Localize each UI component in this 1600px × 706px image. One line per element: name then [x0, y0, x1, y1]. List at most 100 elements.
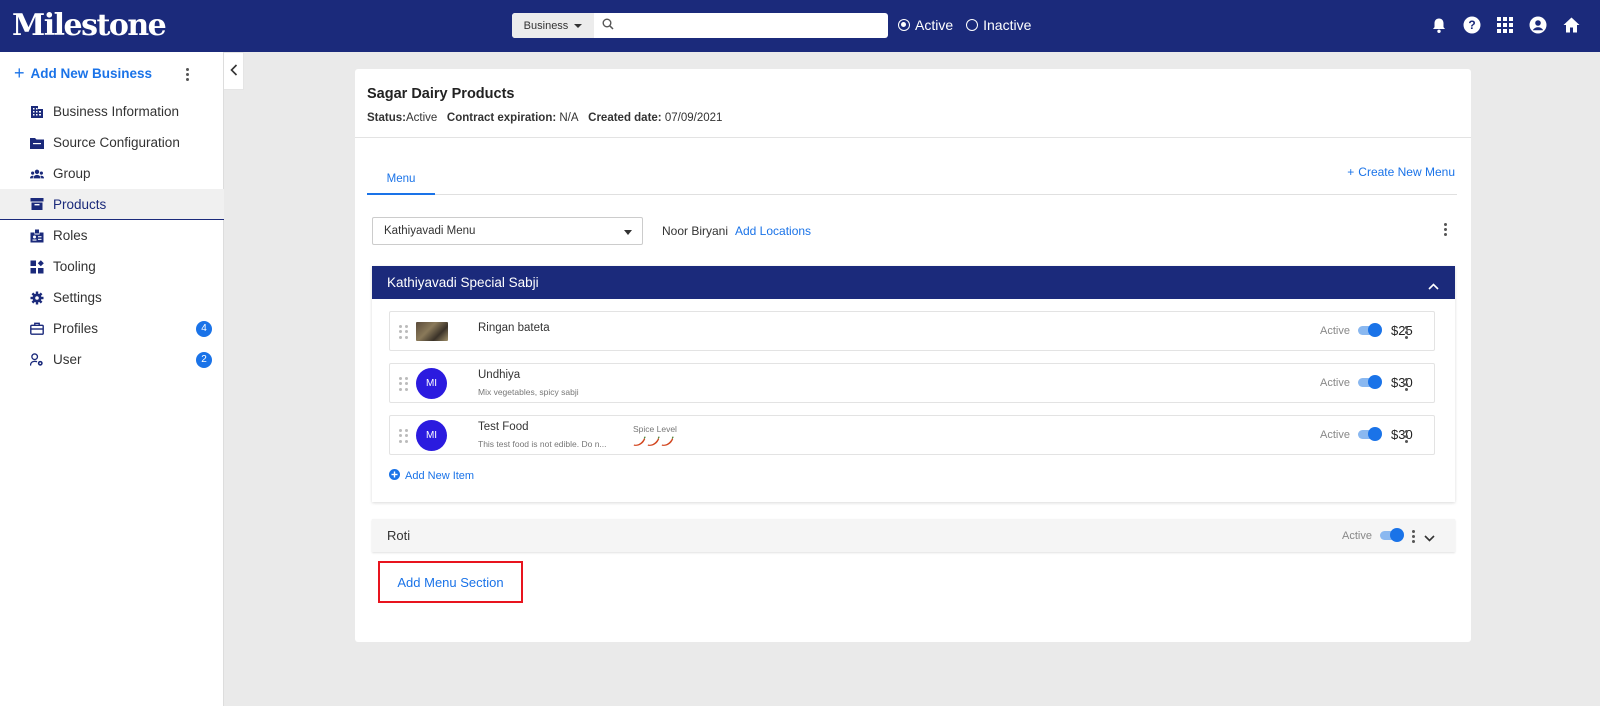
item-more-icon[interactable]: [1405, 378, 1408, 391]
radio-active-label: Active: [915, 17, 954, 33]
divider: [355, 137, 1471, 138]
item-name: Undhiya: [478, 369, 521, 381]
item-more-icon[interactable]: [1405, 326, 1408, 339]
item-active-label: Active: [1320, 325, 1350, 337]
item-active-toggle[interactable]: [1358, 323, 1382, 337]
item-description: This test food is not edible. Do n...: [478, 439, 607, 449]
sidebar-item-label: Group: [53, 166, 91, 181]
drag-handle-icon[interactable]: [399, 377, 409, 391]
add-new-item-label: Add New Item: [405, 470, 475, 482]
user-settings-icon: [30, 352, 44, 367]
chili-icon: [633, 436, 646, 446]
add-new-item-button[interactable]: Add New Item: [389, 469, 474, 483]
sidebar-item-label: Tooling: [53, 259, 96, 274]
location-name: Noor Biryani: [662, 224, 729, 238]
building-icon: [30, 105, 44, 119]
radio-active[interactable]: Active: [898, 17, 953, 33]
menu-select[interactable]: Kathiyavadi Menu: [372, 217, 643, 245]
radio-unselected-icon: [966, 19, 979, 31]
chevron-up-icon[interactable]: [1428, 278, 1439, 293]
chevron-down-icon[interactable]: [1424, 530, 1435, 545]
section-more-icon[interactable]: [1412, 530, 1415, 543]
spice-level: [633, 436, 674, 446]
create-new-menu-button[interactable]: + Create New Menu: [1347, 165, 1455, 179]
menu-item-row[interactable]: Ringan bateta Active $25: [389, 311, 1435, 351]
sidebar-item-label: Roles: [53, 228, 88, 243]
app-logo[interactable]: Milestone: [12, 8, 167, 43]
search-scope-label: Business: [523, 19, 569, 32]
badge-icon: [30, 229, 44, 243]
section-title: Roti: [387, 528, 411, 543]
caret-down-icon: [574, 23, 583, 28]
search-bar: Business: [512, 13, 888, 38]
collapse-sidebar-button[interactable]: [224, 52, 244, 90]
menu-select-value: Kathiyavadi Menu: [384, 225, 476, 237]
item-price: $25: [1391, 323, 1413, 338]
home-icon[interactable]: [1562, 16, 1580, 34]
spice-level-label: Spice Level: [633, 424, 677, 434]
apps-grid-icon[interactable]: [1496, 16, 1514, 34]
menu-section-collapsed[interactable]: Roti Active: [372, 519, 1455, 552]
add-circle-icon: [389, 469, 400, 483]
create-new-menu-label: Create New Menu: [1358, 165, 1455, 179]
radio-inactive[interactable]: Inactive: [966, 17, 1031, 33]
item-thumbnail: [416, 322, 448, 341]
menu-section: Kathiyavadi Special Sabji Ringan bateta …: [372, 266, 1455, 502]
chevron-left-icon: [229, 63, 238, 79]
item-more-icon[interactable]: [1405, 430, 1408, 443]
menu-item-row[interactable]: MI Undhiya Mix vegetables, spicy sabji A…: [389, 363, 1435, 403]
add-new-business-button[interactable]: + Add New Business: [14, 64, 152, 82]
item-active-toggle[interactable]: [1358, 427, 1382, 441]
sidebar-item-profiles[interactable]: Profiles 4: [0, 313, 224, 344]
account-icon[interactable]: [1529, 16, 1547, 34]
search-input[interactable]: [620, 13, 888, 38]
sidebar-item-tooling[interactable]: Tooling: [0, 251, 224, 282]
sidebar-item-business-information[interactable]: Business Information: [0, 96, 224, 127]
section-header[interactable]: Kathiyavadi Special Sabji: [372, 266, 1455, 299]
item-price: $30: [1391, 375, 1413, 390]
section-active-label: Active: [1342, 530, 1372, 542]
sidebar-more-icon[interactable]: [186, 68, 189, 81]
created-label: Created date:: [588, 112, 662, 124]
menu-more-icon[interactable]: [1444, 223, 1447, 236]
gear-icon: [30, 291, 44, 305]
drag-handle-icon[interactable]: [399, 325, 409, 339]
sidebar-item-settings[interactable]: Settings: [0, 282, 224, 313]
chili-icon: [647, 436, 660, 446]
menu-item-row[interactable]: MI Test Food This test food is not edibl…: [389, 415, 1435, 455]
sidebar-item-label: Settings: [53, 290, 102, 305]
item-active-toggle[interactable]: [1358, 375, 1382, 389]
plus-icon: +: [1347, 165, 1355, 179]
sidebar-item-products[interactable]: Products: [0, 189, 224, 220]
chili-icon: [661, 436, 674, 446]
tab-menu[interactable]: Menu: [367, 165, 435, 195]
top-bar: Milestone Business Active Inactive ?: [0, 0, 1600, 52]
svg-text:?: ?: [1468, 18, 1475, 32]
contract-label: Contract expiration:: [446, 112, 557, 124]
bell-icon[interactable]: [1430, 16, 1448, 34]
sidebar-item-user[interactable]: User 2: [0, 344, 224, 375]
item-description: Mix vegetables, spicy sabji: [478, 387, 579, 397]
sidebar-item-label: Business Information: [53, 104, 180, 119]
item-active-label: Active: [1320, 377, 1350, 389]
folder-icon: [30, 136, 44, 150]
group-icon: [30, 167, 44, 181]
sidebar-item-roles[interactable]: Roles: [0, 220, 224, 251]
widgets-icon: [30, 259, 44, 274]
add-locations-link[interactable]: Add Locations: [735, 224, 811, 238]
sidebar-item-group[interactable]: Group: [0, 158, 224, 189]
add-menu-section-button[interactable]: Add Menu Section: [378, 561, 523, 603]
tab-bar: Menu: [367, 165, 1457, 195]
search-scope-dropdown[interactable]: Business: [512, 13, 594, 38]
status-label: Status:: [367, 112, 406, 124]
item-name: Test Food: [478, 421, 529, 433]
sidebar-item-label: Products: [53, 196, 107, 212]
sidebar-item-source-configuration[interactable]: Source Configuration: [0, 127, 224, 158]
item-avatar: MI: [416, 420, 447, 451]
business-meta: Status:Active Contract expiration: N/A C…: [367, 112, 722, 124]
user-count-badge: 2: [196, 351, 212, 368]
help-icon[interactable]: ?: [1463, 16, 1481, 34]
briefcase-icon: [30, 322, 44, 336]
section-active-toggle[interactable]: [1380, 528, 1404, 542]
drag-handle-icon[interactable]: [399, 429, 409, 443]
